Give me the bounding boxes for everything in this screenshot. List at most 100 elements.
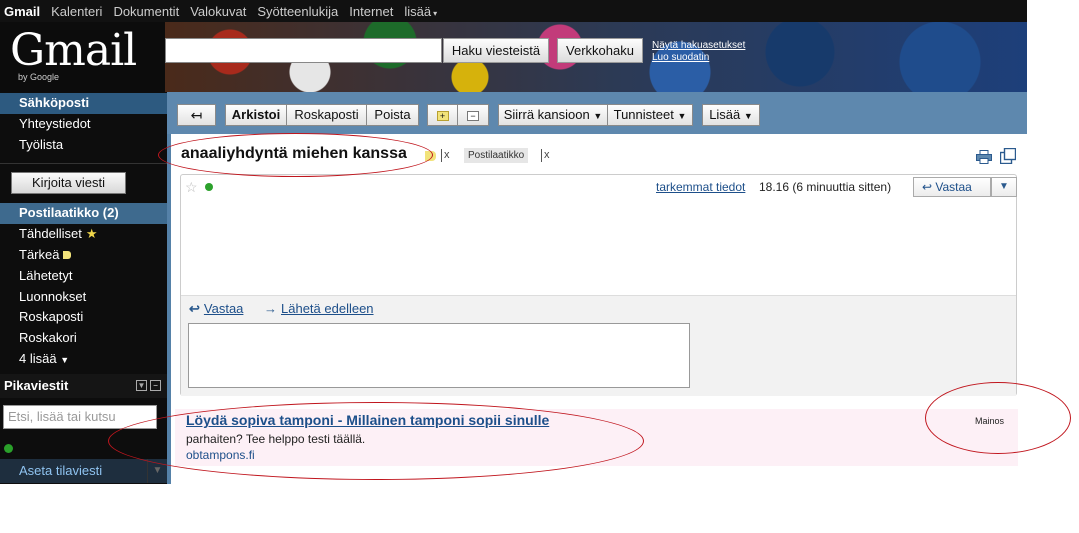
ad-url-link[interactable]: obtampons.fi: [186, 448, 255, 462]
forward-link[interactable]: → Lähetä edelleen: [264, 301, 374, 316]
chat-search-input[interactable]: Etsi, lisää tai kutsu: [3, 405, 157, 429]
chevron-down-icon[interactable]: ▼: [147, 459, 167, 483]
remove-inbox-tag-button[interactable]: x: [541, 149, 550, 162]
sidebar-item-label: Tärkeä: [19, 246, 60, 262]
important-marker-icon: [63, 250, 72, 259]
labels-label: Tunnisteet: [613, 107, 674, 122]
move-to-label: Siirrä kansioon: [503, 107, 590, 122]
gmail-logo[interactable]: Gmail by Google: [10, 26, 140, 86]
topbar-gmail[interactable]: Gmail: [4, 4, 40, 19]
web-search-button[interactable]: Verkkohaku: [557, 38, 643, 63]
top-navigation-bar: Gmail Kalenteri Dokumentit Valokuvat Syö…: [0, 0, 1027, 22]
message-view: anaaliyhdyntä miehen kanssa x Postilaati…: [171, 134, 1027, 484]
topbar-documents[interactable]: Dokumentit: [113, 4, 179, 19]
back-button[interactable]: ↤: [177, 104, 216, 126]
more-label: Lisää: [709, 107, 741, 122]
more-actions-button[interactable]: Lisää ▼: [702, 104, 760, 126]
create-filter-link[interactable]: Luo suodatin: [652, 52, 745, 64]
add-important-icon: +: [436, 110, 449, 121]
reply-button-label: Vastaa: [935, 180, 972, 194]
star-icon[interactable]: ☆: [185, 179, 198, 196]
sidebar-item-mail[interactable]: Sähköposti: [0, 93, 167, 114]
reply-textarea[interactable]: [188, 323, 690, 388]
forward-link-label: Lähetä edelleen: [281, 301, 374, 316]
show-details-link[interactable]: tarkemmat tiedot: [656, 180, 745, 194]
header-banner: Gmail by Google Haku viesteistä Verkkoha…: [0, 22, 1027, 92]
important-marker-icon[interactable]: [425, 151, 436, 161]
mark-not-important-button[interactable]: −: [457, 104, 489, 126]
remove-important-icon: −: [467, 110, 479, 121]
inbox-tag: Postilaatikko: [464, 148, 529, 163]
reply-link[interactable]: ↩ Vastaa: [189, 301, 243, 317]
message-time: 18.16 (6 minuuttia sitten): [759, 180, 892, 194]
reply-button[interactable]: ↩ Vastaa: [913, 177, 991, 197]
search-mail-button[interactable]: Haku viesteistä: [443, 38, 549, 63]
sidebar-item-label: Tähdelliset: [19, 226, 82, 242]
reply-options-button[interactable]: ▼: [991, 177, 1017, 197]
sidebar-item-contacts[interactable]: Yhteystiedot: [0, 114, 167, 135]
reply-icon: ↩: [922, 180, 936, 194]
sidebar-item-inbox[interactable]: Postilaatikko (2): [0, 203, 167, 225]
search-input[interactable]: [165, 38, 442, 63]
new-window-icon[interactable]: [1000, 148, 1016, 164]
ad-title-link[interactable]: Löydä sopiva tamponi - Millainen tamponi…: [186, 412, 549, 428]
labels-button[interactable]: Tunnisteet ▼: [607, 104, 693, 126]
star-icon: ★: [85, 226, 98, 242]
print-icon[interactable]: [976, 150, 992, 164]
sponsored-ad: Löydä sopiva tamponi - Millainen tamponi…: [175, 409, 1018, 466]
chevron-down-icon: ▼: [677, 111, 687, 121]
message-toolbar: ↤ Arkistoi Roskaposti Poista + − Siirrä …: [167, 92, 1027, 134]
topbar-reader[interactable]: Syötteenlukija: [257, 4, 338, 19]
chevron-down-icon: ▼: [60, 354, 70, 365]
chevron-down-icon: ▼: [999, 181, 1009, 192]
search-links: Näytä hakuasetukset Luo suodatin: [652, 40, 745, 64]
quick-reply-area: ↩ Vastaa → Lähetä edelleen: [181, 295, 1016, 396]
topbar-calendar[interactable]: Kalenteri: [51, 4, 102, 19]
chevron-down-icon: ▼: [743, 111, 753, 121]
chevron-down-icon: ▼: [593, 111, 603, 121]
sidebar-item-label: 4 lisää: [19, 350, 57, 366]
main-panel: ↤ Arkistoi Roskaposti Poista + − Siirrä …: [167, 92, 1027, 484]
compose-button[interactable]: Kirjoita viesti: [11, 172, 126, 195]
forward-icon: →: [264, 301, 277, 316]
show-search-options-link[interactable]: Näytä hakuasetukset: [652, 40, 745, 52]
chat-options-icon[interactable]: ▼: [136, 380, 147, 391]
spam-button[interactable]: Roskaposti: [286, 104, 367, 126]
chat-minimize-icon[interactable]: −: [150, 380, 161, 391]
sidebar-divider: [0, 163, 167, 165]
logo-text: Gmail: [10, 25, 137, 76]
topbar-more[interactable]: lisää ▾: [404, 4, 437, 19]
sidebar-item-sent[interactable]: Lähetetyt: [0, 266, 167, 287]
sidebar-item-drafts[interactable]: Luonnokset: [0, 287, 167, 308]
sender-online-icon: [205, 183, 213, 191]
sidebar-item-tasks[interactable]: Työlista: [0, 135, 167, 156]
status-label: Aseta tilaviesti: [19, 463, 103, 478]
gmail-window: { "topbar": { "items": ["Gmail", "Kalent…: [0, 0, 1079, 533]
set-status-button[interactable]: Aseta tilaviesti ▼: [0, 459, 167, 483]
reply-icon: ↩: [189, 301, 200, 316]
reply-link-label: Vastaa: [203, 301, 244, 316]
sidebar: Sähköposti Yhteystiedot Työlista Kirjoit…: [0, 92, 167, 484]
back-arrow-icon: ↤: [190, 107, 203, 123]
sidebar-item-important[interactable]: Tärkeä: [0, 245, 167, 266]
logo-by-google: by Google: [18, 72, 60, 82]
sidebar-item-trash[interactable]: Roskakori: [0, 328, 167, 349]
sidebar-item-more[interactable]: 4 lisää ▼: [0, 349, 167, 370]
sidebar-item-starred[interactable]: Tähdelliset ★: [0, 224, 167, 245]
chat-title: Pikaviestit: [4, 378, 69, 393]
online-status-icon[interactable]: [4, 444, 13, 453]
chevron-down-icon: ▾: [433, 8, 438, 18]
move-to-button[interactable]: Siirrä kansioon ▼: [498, 104, 608, 126]
delete-button[interactable]: Poista: [366, 104, 419, 126]
message-subject: anaaliyhdyntä miehen kanssa: [181, 145, 407, 162]
chat-controls: ▼ −: [136, 380, 161, 391]
archive-button[interactable]: Arkistoi: [225, 104, 287, 126]
topbar-photos[interactable]: Valokuvat: [190, 4, 246, 19]
topbar-more-label: lisää: [404, 3, 432, 19]
remove-label-button[interactable]: x: [441, 149, 450, 162]
message-card: ☆ tarkemmat tiedot 18.16 (6 minuuttia si…: [180, 174, 1017, 396]
topbar-internet[interactable]: Internet: [349, 4, 393, 19]
ad-label: Mainos: [975, 416, 1005, 426]
mark-important-button[interactable]: +: [427, 104, 458, 126]
sidebar-item-spam[interactable]: Roskaposti: [0, 307, 167, 328]
